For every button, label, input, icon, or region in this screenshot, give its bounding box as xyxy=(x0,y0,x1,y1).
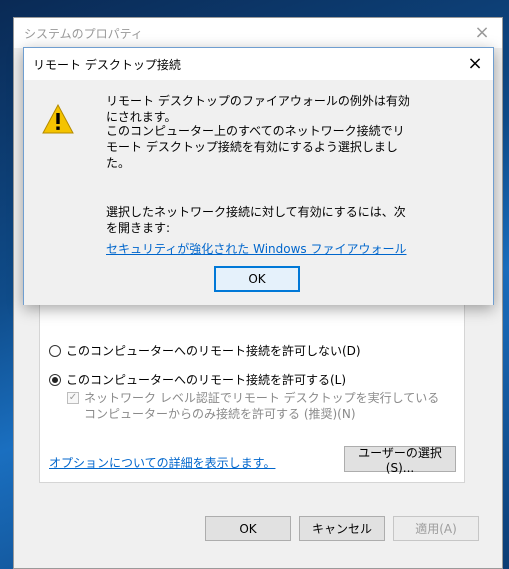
system-properties-titlebar: システムのプロパティ × xyxy=(14,18,502,48)
nla-checkbox-row[interactable]: ✓ ネットワーク レベル認証でリモート デスクトップを実行しているコンピューター… xyxy=(67,390,444,422)
dialog-titlebar: リモート デスクトップ接続 × xyxy=(24,48,493,80)
system-properties-close-icon[interactable]: × xyxy=(472,22,492,43)
nla-checkbox-label: ネットワーク レベル認証でリモート デスクトップを実行しているコンピューターから… xyxy=(84,391,440,421)
radio-allow-label: このコンピューターへのリモート接続を許可する(L) xyxy=(66,373,347,387)
windows-firewall-link[interactable]: セキュリティが強化された Windows ファイアウォール xyxy=(106,241,416,257)
select-users-button[interactable]: ユーザーの選択(S)... xyxy=(344,446,456,475)
apply-button[interactable]: 適用(A) xyxy=(393,516,479,541)
dialog-ok-button[interactable]: OK xyxy=(214,266,300,292)
remote-desktop-group: このコンピューターへのリモート接続を許可しない(D) このコンピューターへのリモ… xyxy=(39,298,465,483)
radio-disallow-label: このコンピューターへのリモート接続を許可しない(D) xyxy=(66,344,361,358)
dialog-message-selection: このコンピューター上のすべてのネットワーク接続でリモート デスクトップ接続を有効… xyxy=(106,124,405,170)
options-details-link[interactable]: オプションについての詳細を表示します。 xyxy=(49,454,275,471)
radio-disallow-remote[interactable]: このコンピューターへのリモート接続を許可しない(D) xyxy=(49,342,361,359)
system-properties-title: システムのプロパティ xyxy=(24,27,143,41)
dialog-title: リモート デスクトップ接続 xyxy=(33,58,181,72)
remote-desktop-dialog: リモート デスクトップ接続 × リモート デスクトップのファイアウォールの例外は… xyxy=(23,47,494,305)
radio-allow-indicator[interactable] xyxy=(49,373,61,386)
ok-button[interactable]: OK xyxy=(205,516,291,541)
nla-checkbox[interactable]: ✓ xyxy=(67,392,79,404)
radio-allow-remote[interactable]: このコンピューターへのリモート接続を許可する(L) xyxy=(49,371,346,388)
dialog-message-instruction: 選択したネットワーク接続に対して有効にするには、次を開きます: xyxy=(106,205,406,235)
dialog-close-icon[interactable]: × xyxy=(465,53,485,74)
dialog-body: リモート デスクトップのファイアウォールの例外は有効にされます。 このコンピュー… xyxy=(24,80,493,305)
warning-icon xyxy=(42,103,74,137)
cancel-button[interactable]: キャンセル xyxy=(299,516,385,541)
radio-disallow-indicator[interactable] xyxy=(49,344,61,357)
dialog-message-exception: リモート デスクトップのファイアウォールの例外は有効にされます。 xyxy=(106,94,410,124)
